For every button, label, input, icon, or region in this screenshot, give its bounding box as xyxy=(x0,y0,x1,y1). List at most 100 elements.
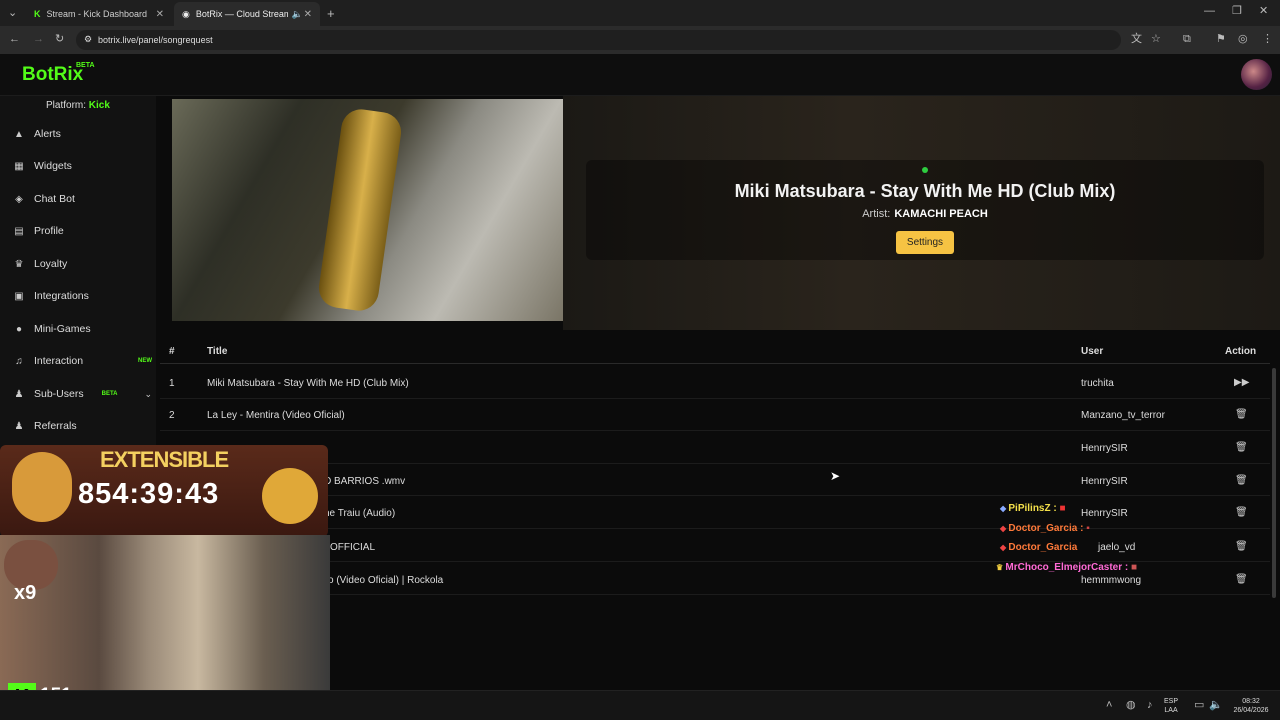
mouse-cursor-icon: ➤ xyxy=(830,469,841,483)
timer-value: 854:39:43 xyxy=(78,478,220,510)
user-avatar[interactable] xyxy=(1241,59,1272,90)
tab-label: Stream - Kick Dashboard xyxy=(46,9,148,19)
row-title: Miki Matsubara - Stay With Me HD (Club M… xyxy=(207,378,409,389)
network-icon[interactable]: ▭ xyxy=(1194,700,1204,711)
window-close-icon[interactable]: ✕ xyxy=(1259,6,1268,17)
sidebar-item-chat-bot[interactable]: ◈ Chat Bot xyxy=(12,188,152,210)
chat-username: MrChoco_ElmejorCaster xyxy=(1005,562,1123,573)
row-number: 2 xyxy=(169,410,175,421)
chat-username: Doctor_Garcia xyxy=(1008,542,1078,553)
url-text: botrix.live/panel/songrequest xyxy=(98,35,213,45)
forward-icon[interactable]: → xyxy=(33,34,44,45)
sidebar-item-label: Mini-Games xyxy=(34,323,91,335)
trash-icon[interactable]: 🗑 xyxy=(1235,541,1248,552)
sidebar-item-loyalty[interactable]: ♛ Loyalty xyxy=(12,253,152,275)
column-header-title: Title xyxy=(207,346,228,357)
mascot-right-image xyxy=(262,468,318,524)
column-header-user: User xyxy=(1081,346,1104,357)
tab-botrix[interactable]: ◉ BotRix — Cloud Streaming 🔈 ✕ xyxy=(174,2,320,26)
microphone-icon[interactable]: ♪ xyxy=(1147,700,1153,711)
row-title: OFFICIAL xyxy=(330,542,376,553)
sidebar-item-interaction[interactable]: ♫ Interaction NEW xyxy=(12,350,152,372)
bookmark-star-icon[interactable]: ☆ xyxy=(1151,34,1161,45)
integrations-icon: ▣ xyxy=(14,290,24,302)
multiplier-badge: x9 xyxy=(14,582,37,604)
row-title: La Ley - Mentira (Video Oficial) xyxy=(207,410,345,421)
sidebar-item-label: Sub-Users xyxy=(34,388,84,400)
close-icon[interactable]: ✕ xyxy=(156,9,164,20)
botrix-favicon-icon: ◉ xyxy=(182,8,190,19)
artist-label: Artist: xyxy=(862,208,891,220)
sidebar-item-label: Alerts xyxy=(34,128,61,140)
mascot-left-image xyxy=(12,452,72,522)
tab-kick-dashboard[interactable]: K Stream - Kick Dashboard ✕ xyxy=(26,2,172,26)
trash-icon[interactable]: 🗑 xyxy=(1235,442,1248,453)
sidebar-item-widgets[interactable]: ▦ Widgets xyxy=(12,155,152,177)
tray-app-icon[interactable]: ◍ xyxy=(1126,700,1136,711)
botrix-logo[interactable]: BotRix xyxy=(22,64,83,86)
row-number: 1 xyxy=(169,378,175,389)
chat-message: ◆ PiPilinsZ : ■ xyxy=(1000,503,1066,514)
chevron-down-icon[interactable]: ⌄ xyxy=(144,389,152,400)
chat-message: ♛ MrChoco_ElmejorCaster : ■ xyxy=(996,562,1138,573)
volume-icon[interactable]: 🔈 xyxy=(1209,700,1223,711)
row-user: hemmmwong xyxy=(1081,575,1142,586)
artist-name: KAMACHI PEACH xyxy=(894,208,988,220)
column-header-action: Action xyxy=(1225,346,1257,357)
translate-icon[interactable]: 文 xyxy=(1131,34,1142,45)
emote-icon: ▪ xyxy=(1086,523,1090,534)
trash-icon[interactable]: 🗑 xyxy=(1235,507,1248,518)
new-badge: NEW xyxy=(138,358,152,364)
current-artist: Artist: KAMACHI PEACH xyxy=(586,208,1264,220)
new-tab-button[interactable]: + xyxy=(327,7,335,20)
row-user: HenrrySIR xyxy=(1081,508,1128,519)
profile-icon[interactable]: ◎ xyxy=(1238,34,1248,45)
gamepad-icon: ● xyxy=(15,323,23,335)
emote-icon: ■ xyxy=(1131,562,1138,573)
sidebar-item-referrals[interactable]: ♟ Referrals xyxy=(12,415,152,437)
sidebar-item-alerts[interactable]: ▲ Alerts xyxy=(12,123,152,145)
taskbar xyxy=(0,690,1280,720)
address-bar[interactable]: ⚙ botrix.live/panel/songrequest xyxy=(76,30,1121,50)
settings-button[interactable]: Settings xyxy=(896,231,954,254)
reload-icon[interactable]: ↻ xyxy=(55,34,64,45)
language-indicator[interactable]: ESP LAA xyxy=(1164,697,1178,715)
maximize-icon[interactable]: ❐ xyxy=(1232,6,1242,17)
system-clock[interactable]: 08:32 26/04/2026 xyxy=(1228,697,1274,715)
extensions-icon[interactable]: ⧉ xyxy=(1183,34,1191,45)
sidebar-item-label: Loyalty xyxy=(34,258,68,270)
chat-message: ◆ Doctor_Garcia : ▪ xyxy=(1000,523,1090,534)
back-icon[interactable]: ← xyxy=(9,34,20,45)
sidebar-item-profile[interactable]: ▤ Profile xyxy=(12,220,152,242)
sidebar-item-label: Profile xyxy=(34,225,64,237)
site-info-icon[interactable]: ⚙ xyxy=(84,34,92,45)
tray-chevron-icon[interactable]: ˄ xyxy=(1106,700,1112,711)
trash-icon[interactable]: 🗑 xyxy=(1235,574,1248,585)
users-icon: ♟ xyxy=(14,388,24,400)
close-icon[interactable]: ✕ xyxy=(304,9,312,20)
trophy-icon: ♛ xyxy=(14,258,24,270)
grid-icon: ▦ xyxy=(14,160,24,172)
sidebar-item-label: Referrals xyxy=(34,420,77,432)
tab-list-icon[interactable]: ⌄ xyxy=(8,8,17,19)
minimize-icon[interactable]: — xyxy=(1204,6,1215,17)
beta-badge: BETA xyxy=(101,391,118,397)
sidebar-item-label: Interaction xyxy=(34,355,84,367)
row-user: HenrrySIR xyxy=(1081,443,1128,454)
extension-icon[interactable]: ⚑ xyxy=(1216,34,1226,45)
sidebar-item-sub-users[interactable]: ♟ Sub-Users BETA ⌄ xyxy=(12,383,152,405)
sidebar-item-label: Integrations xyxy=(34,290,89,302)
kick-favicon-icon: K xyxy=(34,9,41,19)
scrollbar[interactable] xyxy=(1272,368,1276,598)
crown-icon: ♛ xyxy=(996,563,1006,572)
audio-icon[interactable]: 🔈 xyxy=(292,9,303,20)
skip-icon[interactable]: ▶▶ xyxy=(1234,377,1249,388)
menu-icon[interactable]: ⋮ xyxy=(1262,34,1273,45)
current-song-title: Miki Matsubara - Stay With Me HD (Club M… xyxy=(734,181,1116,201)
sidebar-item-integrations[interactable]: ▣ Integrations xyxy=(12,285,152,307)
trash-icon[interactable]: 🗑 xyxy=(1235,475,1248,486)
trash-icon[interactable]: 🗑 xyxy=(1235,409,1248,420)
platform-value: Kick xyxy=(88,100,110,111)
sidebar-item-mini-games[interactable]: ● Mini-Games xyxy=(12,318,152,340)
tab-label: BotRix — Cloud Streaming xyxy=(195,9,288,19)
